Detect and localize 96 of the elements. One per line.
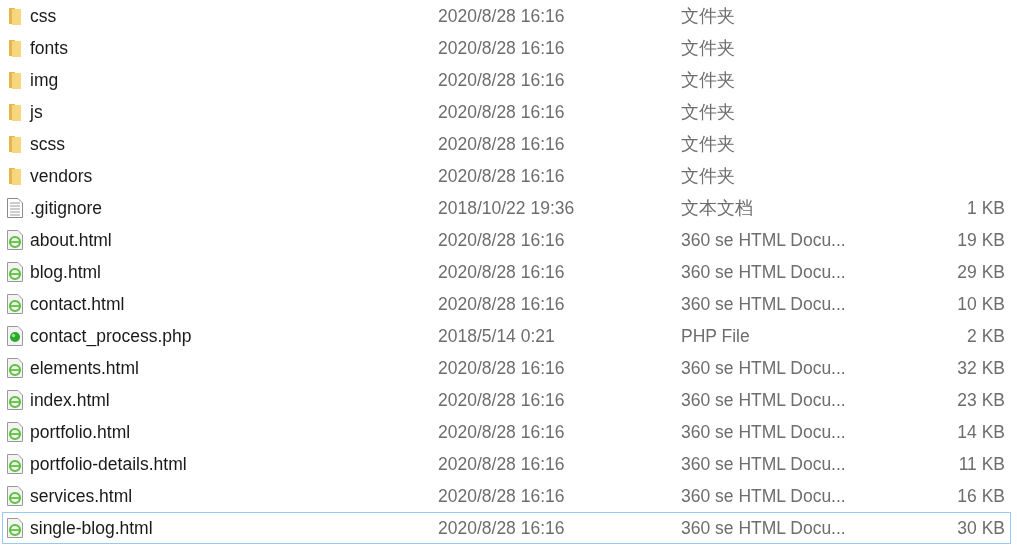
modified-date: 2020/8/28 16:16 xyxy=(438,133,566,155)
file-type: 360 se HTML Docu... xyxy=(681,389,847,411)
file-row[interactable]: about.html 2020/8/28 16:16 360 se HTML Docu... 19 KB xyxy=(2,224,1011,256)
file-row[interactable]: elements.html 2020/8/28 16:16 360 se HTML Docu... 32 KB xyxy=(2,352,1011,384)
text-file-icon xyxy=(6,197,24,219)
modified-date: 2020/8/28 16:16 xyxy=(438,69,566,91)
modified-date: 2018/10/22 19:36 xyxy=(438,197,576,219)
file-row[interactable]: services.html 2020/8/28 16:16 360 se HTML Docu... 16 KB xyxy=(2,480,1011,512)
file-row[interactable]: contact_process.php 2018/5/14 0:21 PHP File 2 KB xyxy=(2,320,1011,352)
folder-icon xyxy=(6,134,22,154)
modified-date: 2020/8/28 16:16 xyxy=(438,261,566,283)
file-row[interactable]: vendors 2020/8/28 16:16 文件夹 xyxy=(2,160,1011,192)
file-type: 360 se HTML Docu... xyxy=(681,293,847,315)
file-size: 23 KB xyxy=(956,389,1005,411)
web-file-icon xyxy=(6,421,24,443)
file-row[interactable]: portfolio.html 2020/8/28 16:16 360 se HTML Docu... 14 KB xyxy=(2,416,1011,448)
file-type: PHP File xyxy=(681,325,751,347)
web-file-icon xyxy=(6,453,24,475)
file-row[interactable]: fonts 2020/8/28 16:16 文件夹 xyxy=(2,32,1011,64)
file-size: 16 KB xyxy=(956,485,1005,507)
web-file-icon xyxy=(6,485,24,507)
modified-date: 2020/8/28 16:16 xyxy=(438,229,566,251)
file-name: portfolio.html xyxy=(29,421,132,443)
modified-date: 2020/8/28 16:16 xyxy=(438,165,566,187)
file-row[interactable]: single-blog.html 2020/8/28 16:16 360 se HTML Docu... 30 KB xyxy=(2,512,1011,544)
file-row[interactable]: contact.html 2020/8/28 16:16 360 se HTML Docu... 10 KB xyxy=(2,288,1011,320)
file-name: js xyxy=(28,101,44,123)
file-row[interactable]: img 2020/8/28 16:16 文件夹 xyxy=(2,64,1011,96)
file-row[interactable]: .gitignore 2018/10/22 19:36 文本文档 1 KB xyxy=(2,192,1011,224)
file-type: 文件夹 xyxy=(681,101,736,124)
file-size: 30 KB xyxy=(956,517,1005,539)
file-name: vendors xyxy=(29,165,94,187)
web-file-icon xyxy=(6,261,24,283)
file-size: 1 KB xyxy=(966,197,1005,219)
modified-date: 2020/8/28 16:16 xyxy=(438,357,566,379)
file-type: 文件夹 xyxy=(681,69,736,92)
file-type: 360 se HTML Docu... xyxy=(681,453,847,475)
folder-icon xyxy=(6,38,22,58)
folder-icon xyxy=(6,6,22,26)
file-name: fonts xyxy=(29,37,69,59)
folder-icon xyxy=(6,102,22,122)
file-name: contact_process.php xyxy=(29,325,193,347)
file-type: 360 se HTML Docu... xyxy=(681,261,847,283)
file-type: 文本文档 xyxy=(681,197,754,220)
modified-date: 2020/8/28 16:16 xyxy=(438,37,566,59)
modified-date: 2020/8/28 16:16 xyxy=(438,5,566,27)
file-size: 32 KB xyxy=(956,357,1005,379)
modified-date: 2020/8/28 16:16 xyxy=(438,293,566,315)
file-type: 360 se HTML Docu... xyxy=(681,421,847,443)
web-file-icon xyxy=(6,357,24,379)
modified-date: 2020/8/28 16:16 xyxy=(438,453,566,475)
web-file-icon xyxy=(6,389,24,411)
file-name: about.html xyxy=(29,229,113,251)
file-name: css xyxy=(29,5,58,27)
modified-date: 2018/5/14 0:21 xyxy=(438,325,556,347)
modified-date: 2020/8/28 16:16 xyxy=(438,389,566,411)
file-type: 文件夹 xyxy=(681,5,736,28)
modified-date: 2020/8/28 16:16 xyxy=(438,421,566,443)
file-name: contact.html xyxy=(29,293,126,315)
modified-date: 2020/8/28 16:16 xyxy=(438,485,566,507)
file-size: 14 KB xyxy=(956,421,1005,443)
file-row[interactable]: css 2020/8/28 16:16 文件夹 xyxy=(2,0,1011,32)
modified-date: 2020/8/28 16:16 xyxy=(438,517,566,539)
file-name: single-blog.html xyxy=(29,517,154,539)
file-size: 2 KB xyxy=(966,325,1005,347)
file-size: 10 KB xyxy=(956,293,1005,315)
file-name: elements.html xyxy=(29,357,140,379)
file-type: 文件夹 xyxy=(681,37,736,60)
file-size: 11 KB xyxy=(957,453,1005,475)
file-type: 360 se HTML Docu... xyxy=(681,357,847,379)
file-type: 文件夹 xyxy=(681,133,736,156)
file-name: scss xyxy=(29,133,66,155)
web-file-icon xyxy=(6,293,24,315)
file-row[interactable]: portfolio-details.html 2020/8/28 16:16 360 se HTML Docu... 11 KB xyxy=(2,448,1011,480)
folder-icon xyxy=(6,70,22,90)
file-row[interactable]: blog.html 2020/8/28 16:16 360 se HTML Docu... 29 KB xyxy=(2,256,1011,288)
file-name: services.html xyxy=(29,485,134,507)
file-size: 29 KB xyxy=(956,261,1005,283)
web-file-icon xyxy=(6,517,24,539)
web-file-icon xyxy=(6,229,24,251)
file-name: index.html xyxy=(29,389,111,411)
file-name: portfolio-details.html xyxy=(29,453,188,475)
file-type: 360 se HTML Docu... xyxy=(681,517,847,539)
file-type: 文件夹 xyxy=(681,165,736,188)
folder-icon xyxy=(6,166,22,186)
file-type: 360 se HTML Docu... xyxy=(681,485,847,507)
file-type: 360 se HTML Docu... xyxy=(681,229,847,251)
file-size: 19 KB xyxy=(956,229,1005,251)
file-row[interactable]: js 2020/8/28 16:16 文件夹 xyxy=(2,96,1011,128)
modified-date: 2020/8/28 16:16 xyxy=(438,101,566,123)
php-file-icon xyxy=(6,325,24,347)
file-name: img xyxy=(29,69,60,91)
file-row[interactable]: index.html 2020/8/28 16:16 360 se HTML Docu... 23 KB xyxy=(2,384,1011,416)
file-row[interactable]: scss 2020/8/28 16:16 文件夹 xyxy=(2,128,1011,160)
file-name: .gitignore xyxy=(29,197,103,219)
file-name: blog.html xyxy=(29,261,102,283)
